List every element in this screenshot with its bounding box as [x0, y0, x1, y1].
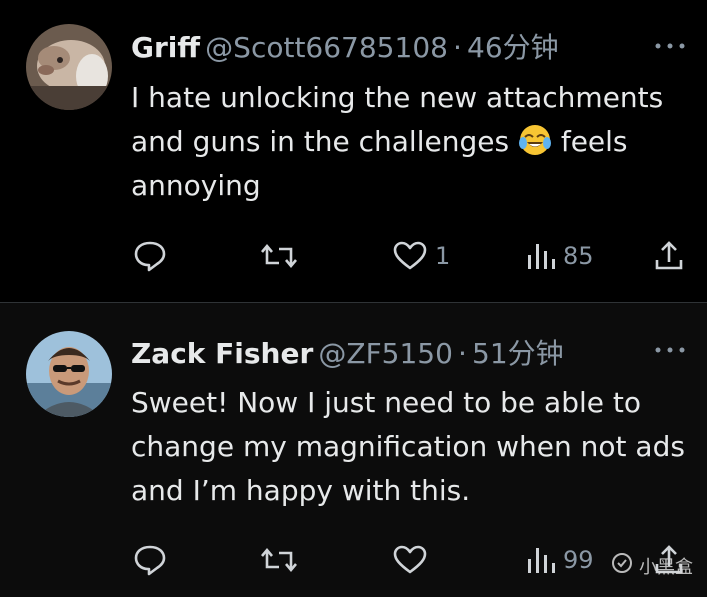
- watermark: 小黑盒: [611, 552, 693, 579]
- like-button[interactable]: [393, 540, 435, 580]
- user-handle[interactable]: @Scott66785108: [205, 31, 448, 64]
- timestamp[interactable]: 51分钟: [472, 337, 564, 370]
- display-name[interactable]: Zack Fisher: [131, 337, 313, 370]
- tweet-text: I hate unlocking the new attachments and…: [131, 76, 691, 208]
- reply-button[interactable]: [133, 540, 175, 580]
- tweet-header: Zack Fisher @ZF5150 · 51分钟: [131, 332, 564, 372]
- reply-icon: [133, 544, 167, 576]
- like-button[interactable]: 1: [393, 236, 450, 276]
- view-count: 85: [563, 242, 594, 270]
- watermark-text: 小黑盒: [639, 556, 693, 578]
- retweet-button[interactable]: [259, 236, 307, 276]
- reply-icon: [133, 240, 167, 272]
- view-count: 99: [563, 546, 594, 574]
- user-handle[interactable]: @ZF5150: [318, 337, 453, 370]
- views-button[interactable]: 99: [525, 540, 594, 580]
- avatar[interactable]: [26, 331, 112, 417]
- separator-dot: ·: [453, 31, 462, 64]
- retweet-button[interactable]: [259, 540, 307, 580]
- retweet-icon: [259, 545, 299, 575]
- tweet-header: Griff @Scott66785108 · 46分钟: [131, 26, 559, 66]
- tweet-griff[interactable]: Griff @Scott66785108 · 46分钟 I hate unloc…: [0, 0, 707, 302]
- more-options-icon[interactable]: [653, 36, 687, 56]
- views-chart-icon: [525, 241, 555, 271]
- more-options-icon[interactable]: [653, 340, 687, 360]
- action-bar: 99: [133, 540, 693, 580]
- avatar[interactable]: [26, 24, 112, 110]
- tweet-zack-fisher[interactable]: Zack Fisher @ZF5150 · 51分钟 Sweet! Now I …: [0, 303, 707, 597]
- heart-icon: [393, 545, 427, 575]
- retweet-icon: [259, 241, 299, 271]
- reply-button[interactable]: [133, 236, 175, 276]
- timestamp[interactable]: 46分钟: [467, 31, 559, 64]
- separator-dot: ·: [458, 337, 467, 370]
- laughing-crying-emoji-icon: [518, 123, 552, 157]
- display-name[interactable]: Griff: [131, 31, 200, 64]
- views-chart-icon: [525, 545, 555, 575]
- share-icon: [653, 240, 685, 272]
- xiaoheihe-logo-icon: [611, 552, 633, 579]
- tweet-text: Sweet! Now I just need to be able to cha…: [131, 386, 685, 507]
- like-count: 1: [435, 242, 451, 270]
- views-button[interactable]: 85: [525, 236, 594, 276]
- heart-icon: [393, 241, 427, 271]
- share-button[interactable]: [653, 236, 685, 276]
- action-bar: 1 85: [133, 236, 693, 276]
